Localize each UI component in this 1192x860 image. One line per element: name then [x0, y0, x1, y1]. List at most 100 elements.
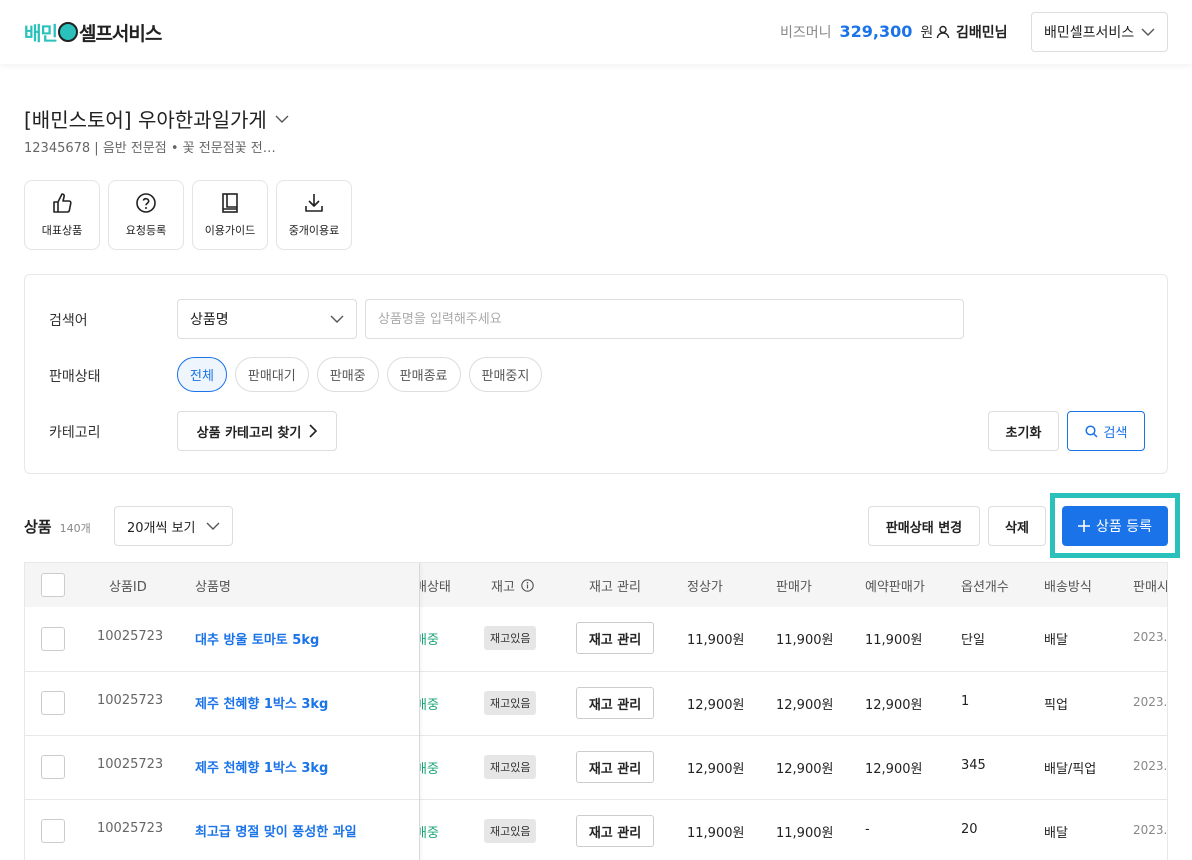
user-icon [936, 25, 950, 39]
search-button-label: 검색 [1103, 425, 1128, 441]
search-button[interactable]: 검색 [1067, 411, 1145, 451]
baemin-self-service-logo[interactable]: 배민 셀프서비스 [24, 19, 162, 45]
row-product-id: 10025723 [97, 821, 164, 836]
fixed-row: 10025723 제주 천혜향 1박스 3kg [25, 735, 419, 799]
header-delivery: 배송방식 [1044, 580, 1092, 595]
store-selector[interactable]: [배민스토어] 우아한과일가게 [24, 104, 289, 133]
row-product-id: 10025723 [97, 693, 164, 708]
row-sale-price: 11,900원 [776, 826, 834, 841]
list-title: 상품 [24, 518, 52, 536]
header-reserve-price: 예약판매가 [865, 580, 925, 595]
stock-manage-button[interactable]: 재고 관리 [576, 687, 654, 719]
row-sale-date: 2023. 1 [1133, 630, 1168, 644]
category-search-button[interactable]: 상품 카테고리 찾기 [177, 411, 337, 451]
add-product-label: 상품 등록 [1096, 519, 1152, 535]
delete-button[interactable]: 삭제 [988, 506, 1046, 546]
shortcut-request[interactable]: 요청등록 [108, 180, 184, 250]
row-delivery: 배달 [1044, 633, 1068, 648]
reset-button[interactable]: 초기화 [988, 411, 1059, 451]
logo-text-b: 셀프서비스 [78, 22, 162, 45]
row-product-name-link[interactable]: 최고급 명절 맞이 풍성한 과일 [195, 821, 357, 840]
status-chip-stopped[interactable]: 판매중지 [468, 357, 543, 392]
list-count: 140개 [59, 522, 91, 535]
row-checkbox[interactable] [41, 819, 65, 843]
category-label: 카테고리 [49, 425, 101, 441]
shortcut-featured-products[interactable]: 대표상품 [24, 180, 100, 250]
status-chip-ended[interactable]: 판매종료 [386, 357, 461, 392]
shortcut-bar: 대표상품 요청등록 이용가이드 중개이용료 [24, 180, 352, 250]
row-reserve-price: - [865, 822, 870, 837]
shortcut-guide[interactable]: 이용가이드 [192, 180, 268, 250]
stock-badge: 재고있음 [484, 691, 537, 715]
header-stock-label: 재고 [491, 580, 515, 595]
download-icon [305, 194, 323, 212]
header-product-id: 상품ID [109, 580, 147, 595]
header-sale-date: 판매시 [1133, 580, 1168, 595]
thumbs-up-icon [53, 193, 72, 213]
row-sale-price: 12,900원 [776, 698, 834, 713]
keyword-label: 검색어 [49, 313, 88, 329]
shortcut-label: 대표상품 [41, 224, 83, 237]
keyword-input[interactable] [365, 299, 964, 339]
row-checkbox[interactable] [41, 755, 65, 779]
status-chip-waiting[interactable]: 판매대기 [234, 357, 309, 392]
per-page-select[interactable]: 20개씩 보기 [114, 506, 233, 546]
row-reserve-price: 12,900원 [865, 698, 923, 713]
fixed-row: 10025723 대추 방울 토마토 5kg [25, 607, 419, 671]
stock-manage-button[interactable]: 재고 관리 [576, 622, 654, 654]
shortcut-commission[interactable]: 중개이용료 [276, 180, 352, 250]
product-list-title: 상품 140개 [24, 516, 91, 537]
info-icon[interactable] [521, 579, 534, 592]
stock-badge: 재고있음 [484, 755, 537, 779]
bizmoney-amount[interactable]: 329,300 [840, 22, 913, 41]
row-sale-date: 2023. 1 [1133, 823, 1168, 837]
fixed-header: 상품ID 상품명 [25, 563, 419, 607]
row-reserve-price: 11,900원 [865, 633, 923, 648]
shortcut-label: 요청등록 [125, 224, 167, 237]
book-icon [222, 193, 238, 213]
add-product-button[interactable]: 상품 등록 [1062, 506, 1168, 546]
row-sale-price: 12,900원 [776, 762, 834, 777]
status-chips: 전체 판매대기 판매중 판매종료 판매중지 [177, 357, 543, 392]
status-chip-all[interactable]: 전체 [177, 357, 227, 392]
row-product-name-link[interactable]: 제주 천혜향 1박스 3kg [195, 693, 328, 712]
row-sale-price: 11,900원 [776, 633, 834, 648]
header-product-name: 상품명 [195, 580, 231, 595]
chevron-down-icon [330, 315, 344, 323]
row-product-name-link[interactable]: 제주 천혜향 1박스 3kg [195, 757, 328, 776]
row-regular-price: 11,900원 [687, 633, 745, 648]
row-options: 1 [961, 694, 970, 709]
row-delivery: 배달/픽업 [1044, 762, 1097, 777]
search-filter-panel: 검색어 상품명 판매상태 전체 판매대기 판매중 판매종료 판매중지 카테고리 … [24, 274, 1168, 474]
shortcut-label: 중개이용료 [288, 224, 340, 237]
chevron-down-icon [275, 115, 289, 123]
change-status-button[interactable]: 판매상태 변경 [868, 506, 980, 546]
plus-icon [1078, 520, 1090, 532]
row-checkbox[interactable] [41, 627, 65, 651]
service-select-value: 배민셀프서비스 [1044, 25, 1135, 41]
row-regular-price: 11,900원 [687, 826, 745, 841]
stock-manage-button[interactable]: 재고 관리 [576, 815, 654, 847]
row-delivery: 픽업 [1044, 698, 1068, 713]
help-circle-icon [136, 193, 156, 213]
keyword-type-value: 상품명 [190, 312, 229, 328]
row-options: 20 [961, 822, 978, 837]
product-table: 매상태 재고 재고 관리 정상가 판매가 예약판매가 옵션개수 배송방식 판매시… [24, 562, 1168, 860]
row-checkbox[interactable] [41, 691, 65, 715]
user-menu[interactable]: 김배민님 [936, 22, 1008, 42]
row-regular-price: 12,900원 [687, 762, 745, 777]
header-sale-price: 판매가 [776, 580, 812, 595]
row-regular-price: 12,900원 [687, 698, 745, 713]
row-product-id: 10025723 [97, 629, 164, 644]
status-chip-on-sale[interactable]: 판매중 [316, 357, 379, 392]
chevron-down-icon [206, 522, 220, 530]
bizmoney: 비즈머니 329,300 원 [780, 22, 933, 42]
select-all-checkbox[interactable] [41, 573, 65, 597]
row-reserve-price: 12,900원 [865, 762, 923, 777]
row-product-name-link[interactable]: 대추 방울 토마토 5kg [195, 629, 319, 648]
search-icon [1084, 424, 1098, 438]
service-select[interactable]: 배민셀프서비스 [1031, 12, 1168, 52]
keyword-type-select[interactable]: 상품명 [177, 299, 357, 339]
row-options: 단일 [961, 633, 985, 648]
stock-manage-button[interactable]: 재고 관리 [576, 751, 654, 783]
